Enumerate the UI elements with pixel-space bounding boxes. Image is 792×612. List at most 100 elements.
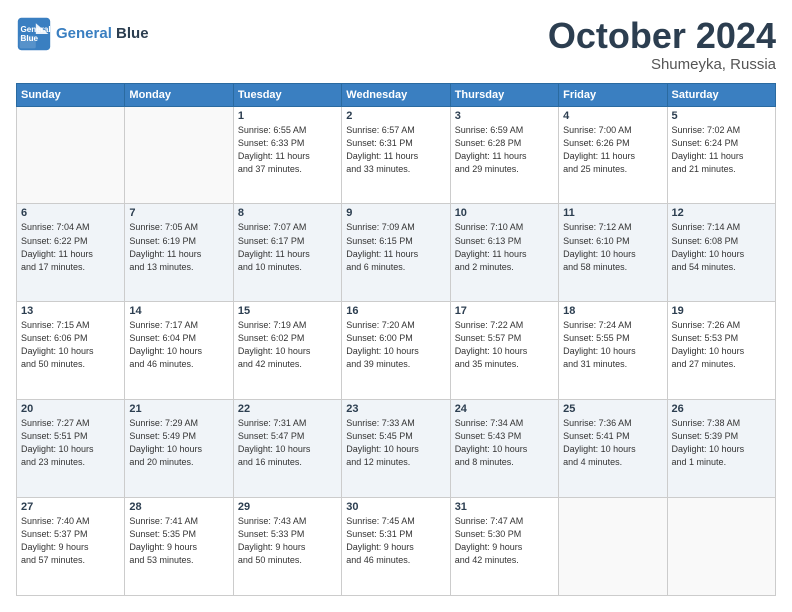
table-row: 26 Sunrise: 7:38 AM Sunset: 5:39 PM Dayli…	[667, 400, 775, 498]
table-row: 23Sunrise: 7:33 AM Sunset: 5:45 PM Dayli…	[342, 400, 450, 498]
logo: General Blue General Blue	[16, 16, 149, 52]
day-detail: Sunrise: 7:07 AM Sunset: 6:17 PM Dayligh…	[238, 221, 337, 273]
day-detail: Sunrise: 7:05 AM Sunset: 6:19 PM Dayligh…	[129, 221, 228, 273]
day-number: 7	[129, 207, 228, 219]
day-detail: Sunrise: 7:45 AM Sunset: 5:31 PM Dayligh…	[346, 515, 445, 567]
day-detail: Sunrise: 7:38 AM Sunset: 5:39 PM Dayligh…	[672, 417, 771, 469]
day-number: 29	[238, 501, 337, 513]
day-detail: Sunrise: 7:12 AM Sunset: 6:10 PM Dayligh…	[563, 221, 662, 273]
table-row: 24Sunrise: 7:34 AM Sunset: 5:43 PM Dayli…	[450, 400, 558, 498]
table-row: 5Sunrise: 7:02 AM Sunset: 6:24 PM Daylig…	[667, 106, 775, 204]
table-row: 6 Sunrise: 7:04 AM Sunset: 6:22 PM Daylig…	[17, 204, 125, 302]
table-row: 10 Sunrise: 7:10 AM Sunset: 6:13 PM Dayli…	[450, 204, 558, 302]
col-tuesday: Tuesday	[233, 83, 341, 106]
day-detail: Sunrise: 7:00 AM Sunset: 6:26 PM Dayligh…	[563, 124, 662, 176]
table-row: 12 Sunrise: 7:14 AM Sunset: 6:08 PM Dayli…	[667, 204, 775, 302]
table-row: 17 Sunrise: 7:22 AM Sunset: 5:57 PM Dayli…	[450, 302, 558, 400]
table-row	[667, 498, 775, 596]
table-row: 15 Sunrise: 7:19 AM Sunset: 6:02 PM Dayli…	[233, 302, 341, 400]
day-detail: Sunrise: 7:47 AM Sunset: 5:30 PM Dayligh…	[455, 515, 554, 567]
day-number: 22	[238, 403, 337, 415]
subtitle: Shumeyka, Russia	[548, 56, 776, 73]
logo-line2: Blue	[116, 25, 149, 42]
table-row: 25Sunrise: 7:36 AM Sunset: 5:41 PM Dayli…	[559, 400, 667, 498]
day-detail: Sunrise: 6:57 AM Sunset: 6:31 PM Dayligh…	[346, 124, 445, 176]
page: General Blue General Blue October 2024 S…	[0, 0, 792, 612]
day-detail: Sunrise: 7:10 AM Sunset: 6:13 PM Dayligh…	[455, 221, 554, 273]
day-detail: Sunrise: 6:59 AM Sunset: 6:28 PM Dayligh…	[455, 124, 554, 176]
day-detail: Sunrise: 7:14 AM Sunset: 6:08 PM Dayligh…	[672, 221, 771, 273]
day-detail: Sunrise: 7:26 AM Sunset: 5:53 PM Dayligh…	[672, 319, 771, 371]
col-monday: Monday	[125, 83, 233, 106]
day-number: 2	[346, 110, 445, 122]
day-detail: Sunrise: 7:19 AM Sunset: 6:02 PM Dayligh…	[238, 319, 337, 371]
calendar-table: Sunday Monday Tuesday Wednesday Thursday…	[16, 83, 776, 596]
day-number: 11	[563, 207, 662, 219]
table-row: 20Sunrise: 7:27 AM Sunset: 5:51 PM Dayli…	[17, 400, 125, 498]
svg-text:Blue: Blue	[21, 34, 39, 43]
table-row: 28Sunrise: 7:41 AM Sunset: 5:35 PM Dayli…	[125, 498, 233, 596]
day-detail: Sunrise: 7:36 AM Sunset: 5:41 PM Dayligh…	[563, 417, 662, 469]
table-row: 1 Sunrise: 6:55 AM Sunset: 6:33 PM Daylig…	[233, 106, 341, 204]
day-number: 14	[129, 305, 228, 317]
day-number: 30	[346, 501, 445, 513]
day-number: 21	[129, 403, 228, 415]
calendar-week-row: 13 Sunrise: 7:15 AM Sunset: 6:06 PM Dayli…	[17, 302, 776, 400]
day-detail: Sunrise: 7:04 AM Sunset: 6:22 PM Dayligh…	[21, 221, 120, 273]
day-number: 8	[238, 207, 337, 219]
day-number: 13	[21, 305, 120, 317]
table-row: 19Sunrise: 7:26 AM Sunset: 5:53 PM Dayli…	[667, 302, 775, 400]
calendar-week-row: 27 Sunrise: 7:40 AM Sunset: 5:37 PM Dayli…	[17, 498, 776, 596]
table-row: 11 Sunrise: 7:12 AM Sunset: 6:10 PM Dayli…	[559, 204, 667, 302]
table-row	[559, 498, 667, 596]
table-row	[125, 106, 233, 204]
day-number: 12	[672, 207, 771, 219]
day-detail: Sunrise: 7:22 AM Sunset: 5:57 PM Dayligh…	[455, 319, 554, 371]
day-detail: Sunrise: 7:09 AM Sunset: 6:15 PM Dayligh…	[346, 221, 445, 273]
day-number: 5	[672, 110, 771, 122]
table-row: 31 Sunrise: 7:47 AM Sunset: 5:30 PM Dayli…	[450, 498, 558, 596]
day-number: 24	[455, 403, 554, 415]
day-detail: Sunrise: 7:27 AM Sunset: 5:51 PM Dayligh…	[21, 417, 120, 469]
day-detail: Sunrise: 7:29 AM Sunset: 5:49 PM Dayligh…	[129, 417, 228, 469]
table-row: 21 Sunrise: 7:29 AM Sunset: 5:49 PM Dayli…	[125, 400, 233, 498]
logo-icon: General Blue	[16, 16, 52, 52]
table-row: 14 Sunrise: 7:17 AM Sunset: 6:04 PM Dayli…	[125, 302, 233, 400]
day-number: 17	[455, 305, 554, 317]
header: General Blue General Blue October 2024 S…	[16, 16, 776, 73]
table-row: 3Sunrise: 6:59 AM Sunset: 6:28 PM Daylig…	[450, 106, 558, 204]
day-number: 16	[346, 305, 445, 317]
day-number: 31	[455, 501, 554, 513]
calendar-week-row: 20Sunrise: 7:27 AM Sunset: 5:51 PM Dayli…	[17, 400, 776, 498]
table-row	[17, 106, 125, 204]
col-thursday: Thursday	[450, 83, 558, 106]
day-detail: Sunrise: 7:15 AM Sunset: 6:06 PM Dayligh…	[21, 319, 120, 371]
day-detail: Sunrise: 7:24 AM Sunset: 5:55 PM Dayligh…	[563, 319, 662, 371]
table-row: 13 Sunrise: 7:15 AM Sunset: 6:06 PM Dayli…	[17, 302, 125, 400]
table-row: 27 Sunrise: 7:40 AM Sunset: 5:37 PM Dayli…	[17, 498, 125, 596]
col-friday: Friday	[559, 83, 667, 106]
day-detail: Sunrise: 7:43 AM Sunset: 5:33 PM Dayligh…	[238, 515, 337, 567]
title-block: October 2024 Shumeyka, Russia	[548, 16, 776, 73]
day-number: 15	[238, 305, 337, 317]
day-number: 10	[455, 207, 554, 219]
day-detail: Sunrise: 7:31 AM Sunset: 5:47 PM Dayligh…	[238, 417, 337, 469]
day-number: 23	[346, 403, 445, 415]
table-row: 16Sunrise: 7:20 AM Sunset: 6:00 PM Dayli…	[342, 302, 450, 400]
table-row: 9 Sunrise: 7:09 AM Sunset: 6:15 PM Daylig…	[342, 204, 450, 302]
svg-text:General: General	[21, 25, 51, 34]
day-number: 28	[129, 501, 228, 513]
day-number: 26	[672, 403, 771, 415]
day-detail: Sunrise: 7:40 AM Sunset: 5:37 PM Dayligh…	[21, 515, 120, 567]
calendar-week-row: 1 Sunrise: 6:55 AM Sunset: 6:33 PM Daylig…	[17, 106, 776, 204]
day-detail: Sunrise: 6:55 AM Sunset: 6:33 PM Dayligh…	[238, 124, 337, 176]
day-number: 6	[21, 207, 120, 219]
day-detail: Sunrise: 7:17 AM Sunset: 6:04 PM Dayligh…	[129, 319, 228, 371]
day-number: 9	[346, 207, 445, 219]
logo-text: General Blue	[56, 26, 149, 43]
col-saturday: Saturday	[667, 83, 775, 106]
table-row: 8 Sunrise: 7:07 AM Sunset: 6:17 PM Daylig…	[233, 204, 341, 302]
day-number: 27	[21, 501, 120, 513]
day-number: 1	[238, 110, 337, 122]
table-row: 22 Sunrise: 7:31 AM Sunset: 5:47 PM Dayli…	[233, 400, 341, 498]
